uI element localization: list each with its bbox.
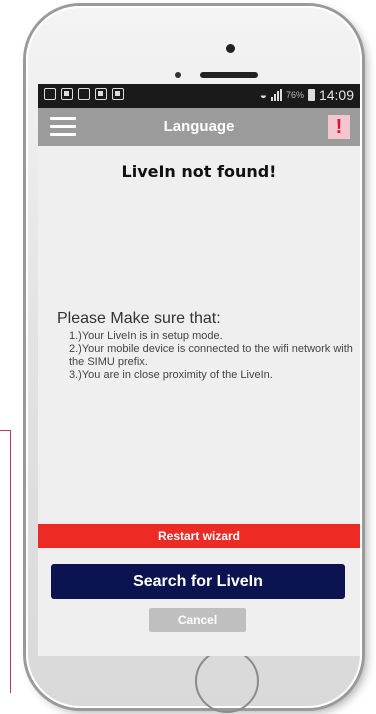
app-screen: ◒ 76% 14:09 Language ! LiveIn not found!… xyxy=(38,84,360,656)
alert-icon[interactable]: ! xyxy=(328,115,350,139)
instructions-list: 1.)Your LiveIn is in setup mode. 2.)Your… xyxy=(57,330,357,382)
error-title: LiveIn not found! xyxy=(121,162,277,181)
app-notification-icon xyxy=(61,88,73,100)
battery-percent: 76% xyxy=(285,90,304,100)
instruction-item: 2.)Your mobile device is connected to th… xyxy=(69,343,353,368)
signal-icon xyxy=(270,89,282,101)
camera-dot xyxy=(226,44,235,53)
app-header: Language ! xyxy=(38,108,360,146)
frame-border-line xyxy=(0,430,11,693)
home-button[interactable] xyxy=(195,649,259,713)
instructions-heading: Please Make sure that: xyxy=(57,310,221,327)
status-bar: ◒ 76% 14:09 xyxy=(38,84,360,108)
instruction-item: 1.)Your LiveIn is in setup mode. xyxy=(69,330,223,342)
earpiece-speaker xyxy=(200,72,258,78)
battery-icon xyxy=(307,89,315,101)
page-title: Language xyxy=(163,118,235,135)
cancel-button[interactable]: Cancel xyxy=(149,608,246,632)
wifi-icon: ◒ xyxy=(259,88,267,102)
image-notification-icon xyxy=(44,88,56,100)
front-camera xyxy=(175,72,181,78)
notification-icons xyxy=(44,88,124,100)
bag-notification-icon xyxy=(112,88,124,100)
close-notification-icon xyxy=(78,88,90,100)
bag-notification-icon xyxy=(95,88,107,100)
status-clock: 14:09 xyxy=(318,87,354,103)
instruction-item: 3.)You are in close proximity of the Liv… xyxy=(69,369,273,381)
instructions-block: Please Make sure that: 1.)Your LiveIn is… xyxy=(57,310,357,382)
restart-wizard-button[interactable]: Restart wizard xyxy=(38,524,360,548)
search-livein-button[interactable]: Search for LiveIn xyxy=(51,564,345,599)
